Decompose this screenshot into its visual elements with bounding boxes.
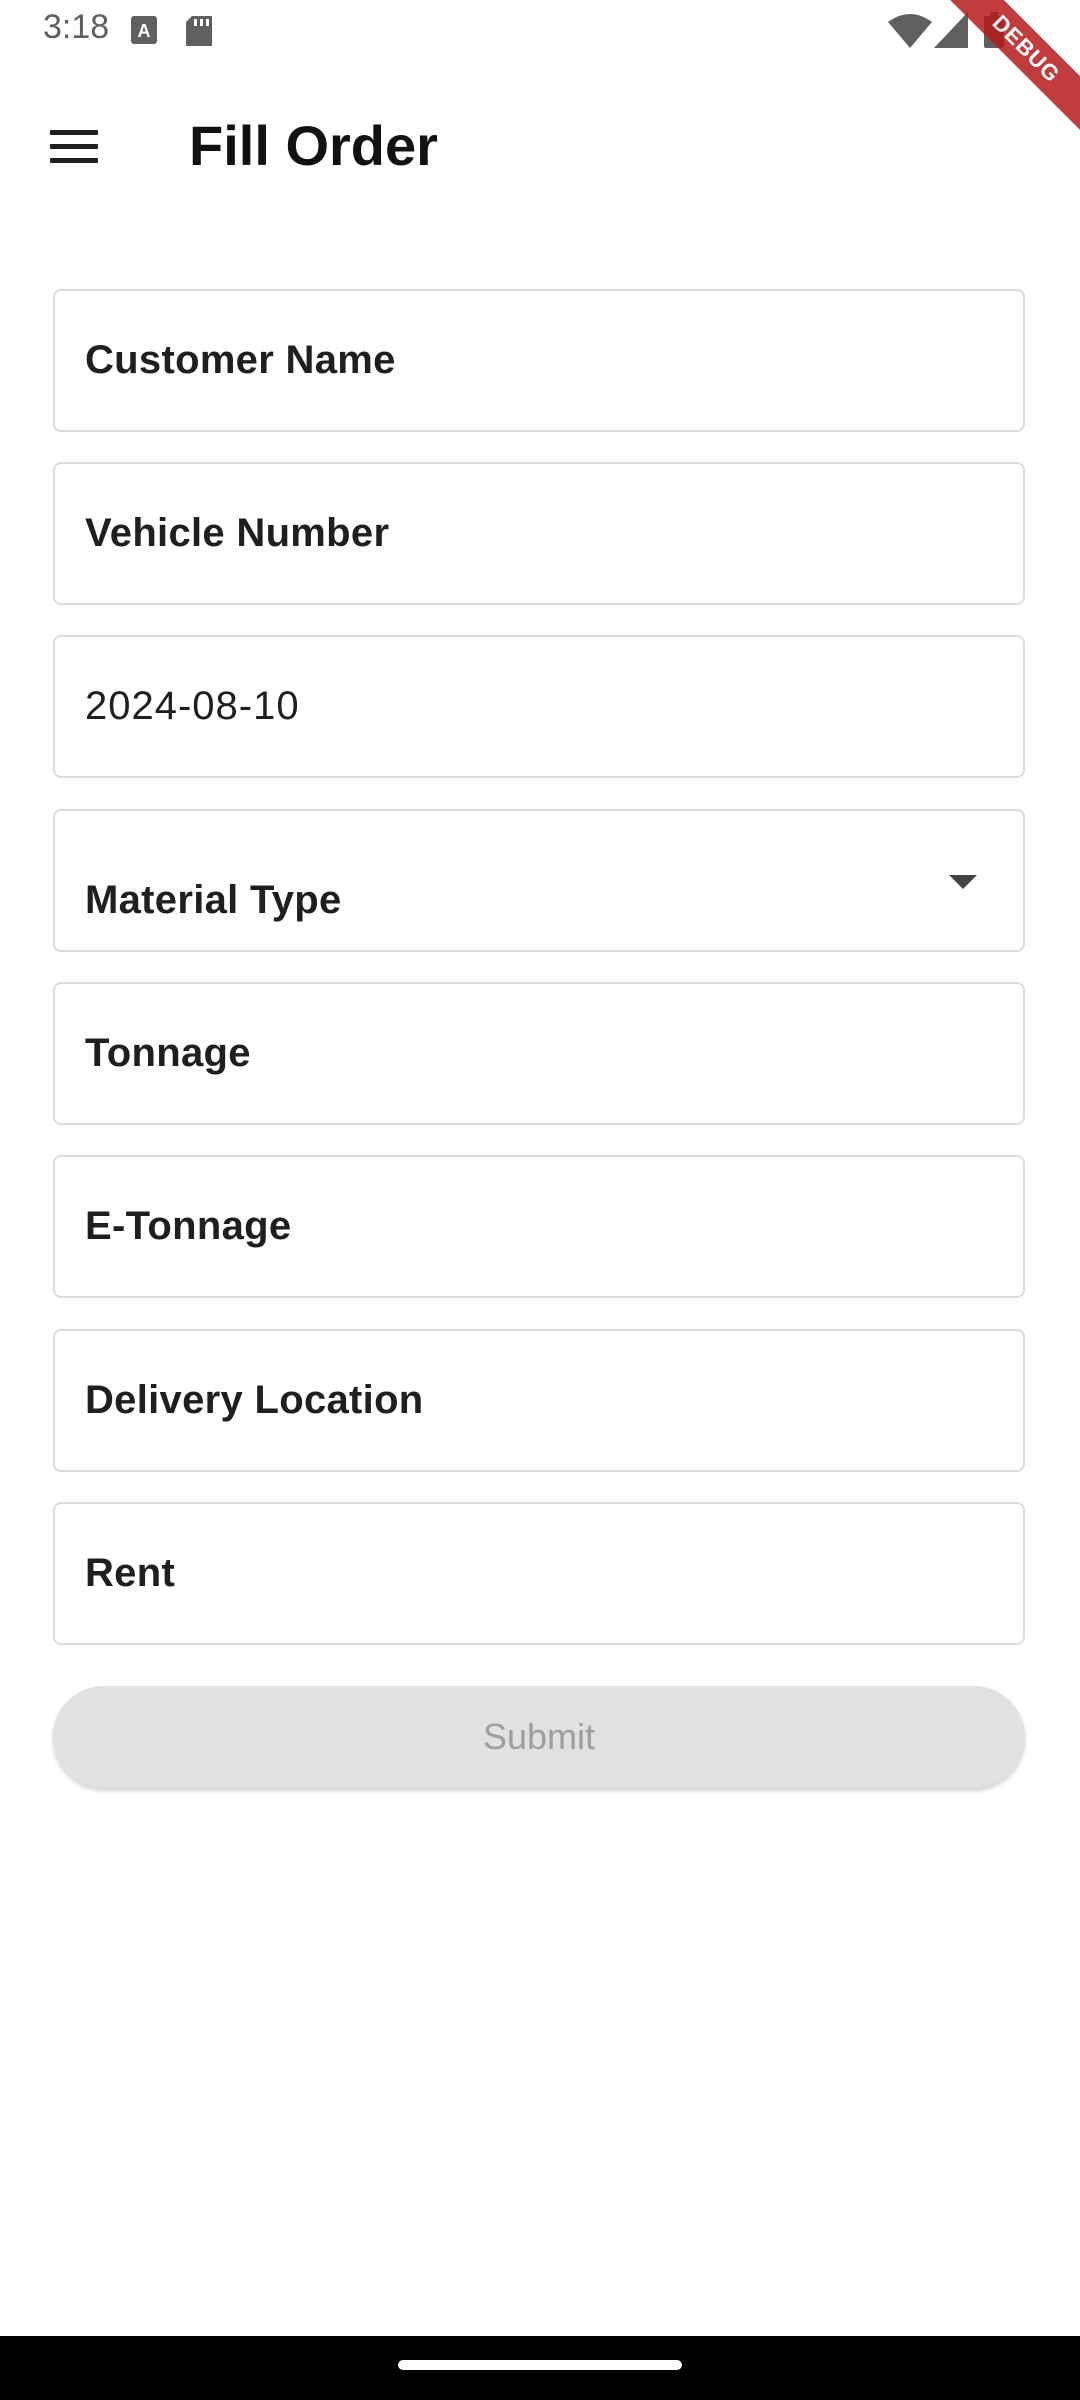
a-notification-icon: A <box>131 16 157 49</box>
page-title: Fill Order <box>189 114 438 177</box>
dropdown-arrow-icon <box>949 875 977 889</box>
submit-button[interactable]: Submit <box>53 1686 1025 1788</box>
date-value: 2024-08-10 <box>85 684 300 728</box>
menu-button[interactable] <box>30 102 118 190</box>
app-bar: Fill Order <box>0 62 1080 212</box>
home-gesture-handle[interactable] <box>398 2360 682 2370</box>
material-type-placeholder: Material Type <box>85 878 342 922</box>
rent-field[interactable]: Rent <box>53 1502 1025 1645</box>
customer-name-placeholder: Customer Name <box>85 338 396 382</box>
e-tonnage-field[interactable]: E-Tonnage <box>53 1155 1025 1298</box>
material-type-dropdown[interactable]: Material Type <box>53 809 1025 952</box>
svg-text:A: A <box>138 21 151 41</box>
wifi-icon <box>888 14 932 53</box>
tonnage-field[interactable]: Tonnage <box>53 982 1025 1125</box>
status-time: 3:18 <box>43 8 110 46</box>
rent-placeholder: Rent <box>85 1551 176 1595</box>
vehicle-number-placeholder: Vehicle Number <box>85 511 390 555</box>
delivery-location-field[interactable]: Delivery Location <box>53 1329 1025 1472</box>
tonnage-placeholder: Tonnage <box>85 1031 251 1075</box>
sd-card-icon <box>186 16 212 51</box>
status-bar: 3:18 A <box>0 0 1080 62</box>
date-field[interactable]: 2024-08-10 <box>53 635 1025 778</box>
menu-icon <box>50 130 98 135</box>
system-nav-bar <box>0 2336 1080 2400</box>
vehicle-number-field[interactable]: Vehicle Number <box>53 462 1025 605</box>
e-tonnage-placeholder: E-Tonnage <box>85 1204 292 1248</box>
customer-name-field[interactable]: Customer Name <box>53 289 1025 432</box>
delivery-location-placeholder: Delivery Location <box>85 1378 424 1422</box>
